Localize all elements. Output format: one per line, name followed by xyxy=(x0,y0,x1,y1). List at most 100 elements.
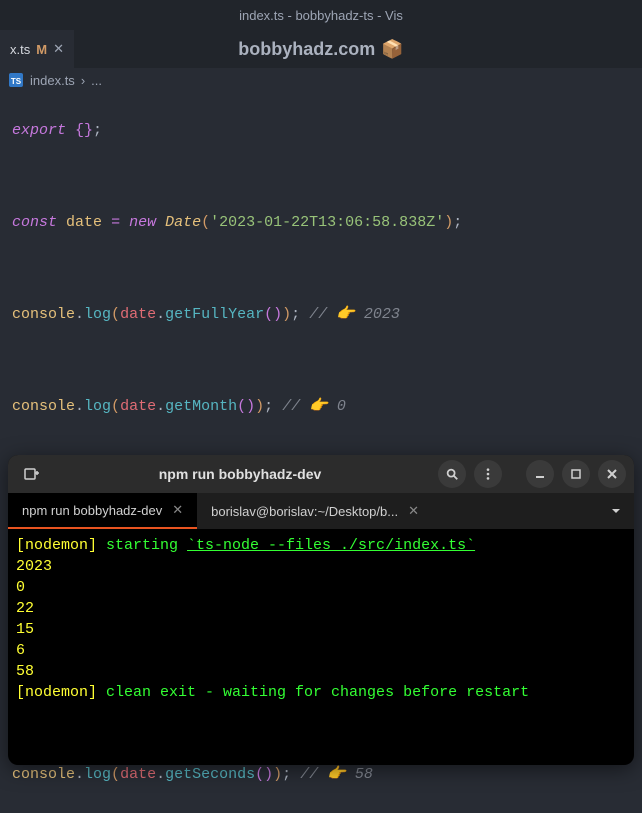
fn-method: getSeconds xyxy=(165,766,255,783)
close-button[interactable] xyxy=(598,460,626,488)
breadcrumb: TS index.ts › ... xyxy=(0,68,642,92)
output-line: 6 xyxy=(16,640,626,661)
output-line: 58 xyxy=(16,661,626,682)
breadcrumb-separator: › xyxy=(81,73,85,88)
output-command: `ts-node --files ./src/index.ts` xyxy=(187,537,475,554)
breadcrumb-tail[interactable]: ... xyxy=(91,73,102,88)
semicolon: ; xyxy=(264,398,273,415)
keyword-const: const xyxy=(12,214,57,231)
string-date: '2023-01-22T13:06:58.838Z' xyxy=(210,214,444,231)
paren-close: ) xyxy=(246,398,255,415)
breadcrumb-file[interactable]: index.ts xyxy=(30,73,75,88)
minimize-button[interactable] xyxy=(526,460,554,488)
code-line: export {}; xyxy=(12,119,630,142)
close-icon[interactable]: ✕ xyxy=(172,502,183,518)
menu-icon[interactable] xyxy=(474,460,502,488)
fn-log: log xyxy=(84,398,111,415)
obj-console: console xyxy=(12,766,75,783)
blank-line xyxy=(12,165,630,188)
package-icon: 📦 xyxy=(381,39,403,60)
paren-open: ( xyxy=(201,214,210,231)
code-line: const date = new Date('2023-01-22T13:06:… xyxy=(12,211,630,234)
paren-close: ) xyxy=(273,306,282,323)
terminal-output[interactable]: [nodemon] starting `ts-node --files ./sr… xyxy=(8,529,634,709)
close-icon[interactable]: ✕ xyxy=(53,41,64,57)
paren-open: ( xyxy=(111,766,120,783)
output-text: clean exit - waiting for changes before … xyxy=(97,684,529,701)
obj-console: console xyxy=(12,398,75,415)
nodemon-tag: [nodemon] xyxy=(16,684,97,701)
tab-dropdown-icon[interactable] xyxy=(598,493,634,529)
paren-open: ( xyxy=(111,398,120,415)
paren-close: ) xyxy=(255,398,264,415)
comment: // 👉️ 0 xyxy=(282,398,346,415)
output-line: 0 xyxy=(16,577,626,598)
typescript-icon: TS xyxy=(8,72,24,88)
window-title-bar: index.ts - bobbyhadz-ts - Vis xyxy=(0,0,642,30)
operator-eq: = xyxy=(111,214,120,231)
braces: {} xyxy=(66,122,93,139)
var-date: date xyxy=(66,214,102,231)
semicolon: ; xyxy=(453,214,462,231)
keyword-new: new xyxy=(129,214,156,231)
terminal-tab-label: borislav@borislav:~/Desktop/b... xyxy=(211,504,398,519)
output-line: 22 xyxy=(16,598,626,619)
output-text: starting xyxy=(97,537,187,554)
keyword-export: export xyxy=(12,122,66,139)
semicolon: ; xyxy=(93,122,102,139)
output-line: [nodemon] starting `ts-node --files ./sr… xyxy=(16,535,626,556)
file-tab-name: x.ts xyxy=(10,42,30,57)
close-icon[interactable]: ✕ xyxy=(408,503,419,519)
terminal-tab-label: npm run bobbyhadz-dev xyxy=(22,503,162,518)
terminal-tab-active[interactable]: npm run bobbyhadz-dev ✕ xyxy=(8,493,197,529)
comment: // 👉️ 2023 xyxy=(309,306,400,323)
file-tab-index-ts[interactable]: x.ts M ✕ xyxy=(0,30,74,68)
editor-tab-bar: x.ts M ✕ bobbyhadz.com 📦 xyxy=(0,30,642,68)
code-line: console.log(date.getFullYear()); // 👉️ 2… xyxy=(12,303,630,326)
fn-method: getFullYear xyxy=(165,306,264,323)
svg-text:TS: TS xyxy=(11,77,22,86)
dot: . xyxy=(75,766,84,783)
comment: // 👉️ 58 xyxy=(300,766,373,783)
paren-close: ) xyxy=(273,766,282,783)
paren-open: ( xyxy=(237,398,246,415)
terminal-header: npm run bobbyhadz-dev xyxy=(8,455,634,493)
maximize-button[interactable] xyxy=(562,460,590,488)
output-line: 2023 xyxy=(16,556,626,577)
paren-open: ( xyxy=(264,306,273,323)
dot: . xyxy=(75,306,84,323)
output-line: [nodemon] clean exit - waiting for chang… xyxy=(16,682,626,703)
obj-console: console xyxy=(12,306,75,323)
dot: . xyxy=(156,306,165,323)
nodemon-tag: [nodemon] xyxy=(16,537,97,554)
code-line: console.log(date.getSeconds()); // 👉️ 58 xyxy=(12,763,630,786)
var-date: date xyxy=(120,398,156,415)
dot: . xyxy=(156,398,165,415)
watermark-text: bobbyhadz.com xyxy=(238,39,375,60)
semicolon: ; xyxy=(291,306,300,323)
paren-close: ) xyxy=(282,306,291,323)
paren-open: ( xyxy=(255,766,264,783)
var-date: date xyxy=(120,766,156,783)
class-date: Date xyxy=(165,214,201,231)
paren-open: ( xyxy=(111,306,120,323)
semicolon: ; xyxy=(282,766,291,783)
fn-log: log xyxy=(84,306,111,323)
terminal-title: npm run bobbyhadz-dev xyxy=(50,466,430,482)
var-date: date xyxy=(120,306,156,323)
paren-close: ) xyxy=(264,766,273,783)
output-line: 15 xyxy=(16,619,626,640)
fn-method: getMonth xyxy=(165,398,237,415)
watermark: bobbyhadz.com 📦 xyxy=(238,39,403,60)
code-line: console.log(date.getMonth()); // 👉️ 0 xyxy=(12,395,630,418)
search-icon[interactable] xyxy=(438,460,466,488)
fn-log: log xyxy=(84,766,111,783)
new-tab-button[interactable] xyxy=(16,459,46,489)
terminal-window: npm run bobbyhadz-dev npm run bobbyhadz-… xyxy=(8,455,634,765)
terminal-tab-bar: npm run bobbyhadz-dev ✕ borislav@borisla… xyxy=(8,493,634,529)
terminal-tab-inactive[interactable]: borislav@borislav:~/Desktop/b... ✕ xyxy=(197,493,433,529)
dot: . xyxy=(75,398,84,415)
file-tab-modified-marker: M xyxy=(36,42,47,57)
paren-close: ) xyxy=(444,214,453,231)
blank-line xyxy=(12,257,630,280)
